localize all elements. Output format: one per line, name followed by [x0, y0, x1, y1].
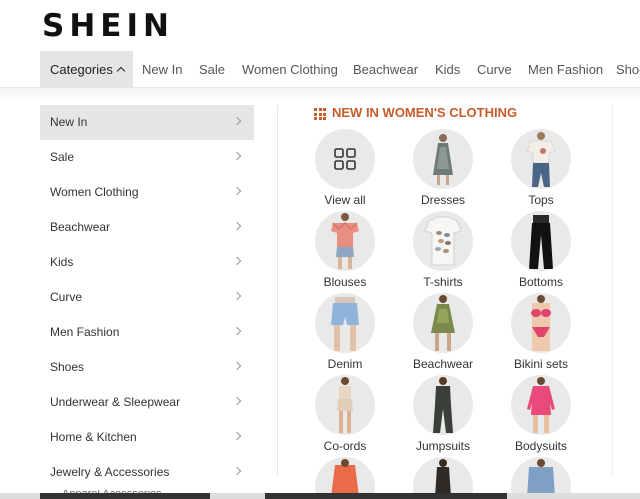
menu-item-label: Underwear & Sleepwear: [50, 395, 181, 409]
tile-label: Jumpsuits: [415, 439, 471, 453]
chevron-right-icon: [232, 116, 242, 126]
menu-item-label: Home & Kitchen: [50, 430, 137, 444]
chevron-right-icon: [232, 361, 242, 371]
denim-jacket-image: [511, 457, 571, 493]
menu-item-label: Women Clothing: [50, 185, 139, 199]
menu-item-underwear-sleepwear[interactable]: Underwear & Sleepwear: [40, 385, 254, 420]
nav-item-men-fashion[interactable]: Men Fashion: [528, 51, 603, 87]
menu-item-label: Sale: [50, 150, 75, 164]
section-title: NEW IN WOMEN'S CLOTHING: [332, 105, 518, 120]
bottoms-image: [511, 211, 571, 271]
menu-item-women-clothing[interactable]: Women Clothing: [40, 175, 254, 210]
nav-item-women-clothing[interactable]: Women Clothing: [242, 51, 338, 87]
menu-item-kids[interactable]: Kids: [40, 245, 254, 280]
menu-item-home-kitchen[interactable]: Home & Kitchen: [40, 420, 254, 455]
menu-divider: [277, 105, 278, 475]
tile-partial[interactable]: [499, 457, 583, 493]
menu-item-sale[interactable]: Sale: [40, 140, 254, 175]
chevron-right-icon: [232, 326, 242, 336]
nav-item-sale[interactable]: Sale: [199, 51, 225, 87]
menu-item-label: Curve: [50, 290, 83, 304]
bottom-edge: [0, 493, 640, 499]
view-all-grid-icon: [315, 129, 375, 189]
nav-item-curve[interactable]: Curve: [477, 51, 512, 87]
shein-logo[interactable]: SHEIN: [42, 8, 174, 44]
menu-item-jewelry-accessories[interactable]: Jewelry & Accessories: [40, 455, 254, 490]
tile-label: Denim: [327, 357, 363, 371]
bodysuit-image: [511, 375, 571, 435]
tile-label: Bodysuits: [514, 439, 568, 453]
tile-co-ords[interactable]: Co-ords: [303, 375, 387, 453]
menu-item-label: Kids: [50, 255, 74, 269]
menu-item-label: Beachwear: [50, 220, 111, 234]
menu-item-beachwear[interactable]: Beachwear: [40, 210, 254, 245]
chevron-right-icon: [232, 396, 242, 406]
outfit-image: [413, 457, 473, 493]
tile-bottoms[interactable]: Bottoms: [499, 211, 583, 289]
beachwear-image: [413, 293, 473, 353]
tile-jumpsuits[interactable]: Jumpsuits: [401, 375, 485, 453]
nav-label: Categories: [50, 62, 113, 77]
menu-item-label: Men Fashion: [50, 325, 120, 339]
dropdown-shadow: [0, 88, 640, 100]
tile-tshirts[interactable]: T-shirts: [401, 211, 485, 289]
denim-image: [315, 293, 375, 353]
tile-dresses[interactable]: Dresses: [401, 129, 485, 207]
tile-label: Blouses: [323, 275, 367, 289]
chevron-right-icon: [232, 466, 242, 476]
top-category-nav: Categories New In Sale Women Clothing Be…: [0, 51, 640, 88]
menu-item-label: Shoes: [50, 360, 85, 374]
menu-item-curve[interactable]: Curve: [40, 280, 254, 315]
tile-label: Bikini sets: [513, 357, 569, 371]
menu-item-new-in[interactable]: New In: [40, 105, 254, 140]
dress-image: [413, 129, 473, 189]
tile-label: Tops: [528, 193, 554, 207]
category-menu: New In Sale Women Clothing Beachwear Kid…: [40, 105, 254, 499]
chevron-right-icon: [232, 291, 242, 301]
chevron-right-icon: [232, 186, 242, 196]
menu-item-shoes[interactable]: Shoes: [40, 350, 254, 385]
coords-image: [315, 375, 375, 435]
top-image: [511, 129, 571, 189]
menu-item-men-fashion[interactable]: Men Fashion: [40, 315, 254, 350]
tile-label: T-shirts: [423, 275, 463, 289]
panel-divider: [612, 105, 613, 475]
chevron-right-icon: [232, 221, 242, 231]
tile-tops[interactable]: Tops: [499, 129, 583, 207]
tshirt-image: [413, 211, 473, 271]
tile-bodysuits[interactable]: Bodysuits: [499, 375, 583, 453]
menu-item-label: New In: [50, 115, 88, 129]
chevron-right-icon: [232, 256, 242, 266]
tile-partial[interactable]: [303, 457, 387, 493]
chevron-right-icon: [232, 431, 242, 441]
tile-denim[interactable]: Denim: [303, 293, 387, 371]
jumpsuit-image: [413, 375, 473, 435]
chevron-up-icon: [116, 66, 126, 76]
tile-view-all[interactable]: View all: [303, 129, 387, 207]
nav-item-kids[interactable]: Kids: [435, 51, 460, 87]
tile-partial[interactable]: [401, 457, 485, 493]
tile-beachwear[interactable]: Beachwear: [401, 293, 485, 371]
nav-item-new-in[interactable]: New In: [142, 51, 182, 87]
menu-item-label: Jewelry & Accessories: [50, 465, 170, 479]
tile-label: Co-ords: [323, 439, 367, 453]
bikini-image: [511, 293, 571, 353]
nav-item-beachwear[interactable]: Beachwear: [353, 51, 418, 87]
blouse-image: [315, 211, 375, 271]
blazer-image: [315, 457, 375, 493]
tile-blouses[interactable]: Blouses: [303, 211, 387, 289]
tile-label: Beachwear: [412, 357, 474, 371]
tile-bikini-sets[interactable]: Bikini sets: [499, 293, 583, 371]
nav-categories-button[interactable]: Categories: [40, 51, 133, 87]
nav-item-shoes[interactable]: Shoe: [616, 51, 640, 87]
tile-label: Dresses: [420, 193, 465, 207]
tile-label: View all: [324, 193, 366, 207]
chevron-right-icon: [232, 151, 242, 161]
tile-label: Bottoms: [518, 275, 563, 289]
